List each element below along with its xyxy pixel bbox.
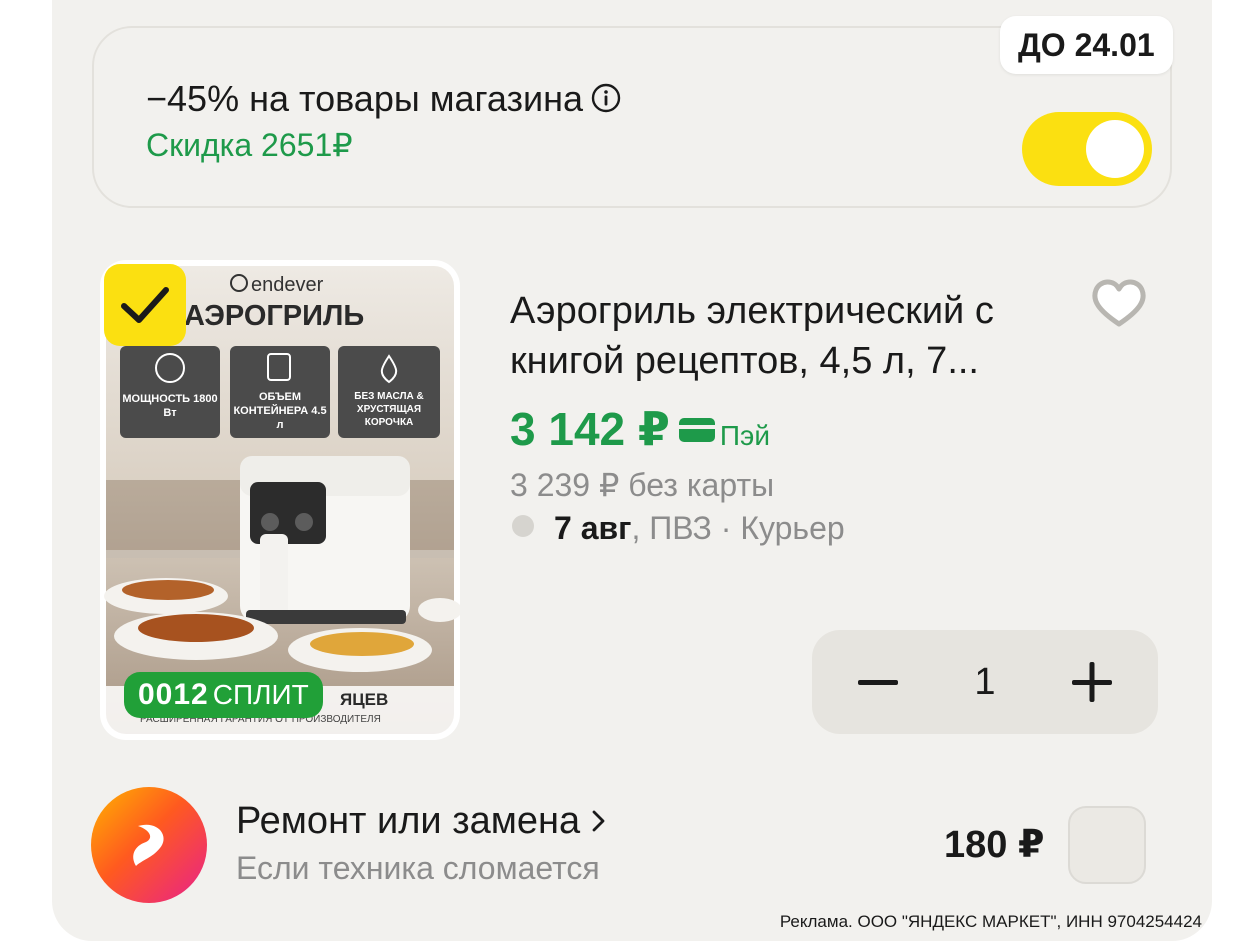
- warranty-price: 180 ₽: [944, 824, 1045, 866]
- chevron-right-icon: [592, 810, 605, 832]
- delivery-date: 7 авг: [554, 510, 632, 546]
- promo-deadline-badge: ДО 24.01: [1000, 16, 1173, 74]
- price-without-card: 3 239 ₽ без карты: [510, 467, 775, 503]
- pay-label: Пэй: [719, 420, 770, 451]
- image-footer-big: ЯЦЕВ: [340, 690, 389, 709]
- promo-discount-amount: Скидка 2651₽: [146, 127, 353, 163]
- decrease-button[interactable]: [826, 630, 930, 734]
- split-label: СПЛИТ: [212, 679, 309, 710]
- bank-card-icon: [678, 418, 715, 442]
- price-with-card: 3 142 ₽: [510, 403, 670, 455]
- feature-volume: ОБЪЕМ КОНТЕЙНЕРА 4.5 л: [233, 391, 327, 431]
- split-digits: 0012: [138, 678, 209, 711]
- warranty-checkbox[interactable]: [1068, 806, 1146, 884]
- checkmark-icon: [121, 287, 169, 323]
- delivery-info: 7 авг, ПВЗ · Курьер: [512, 510, 845, 547]
- brand-logo-text: endever: [230, 274, 323, 297]
- brand-text: endever: [251, 274, 324, 296]
- split-badge: 0012 СПЛИТ: [124, 672, 323, 718]
- image-headline: АЭРОГРИЛЬ: [184, 300, 365, 332]
- quantity-stepper: 1: [812, 630, 1158, 734]
- promo-title-text: −45% на товары магазина: [146, 78, 583, 119]
- promo-toggle[interactable]: [1022, 112, 1152, 186]
- toggle-knob: [1086, 120, 1144, 178]
- heart-icon[interactable]: [1086, 270, 1152, 336]
- product-title[interactable]: Аэрогриль электрический с книгой рецепто…: [510, 286, 1070, 386]
- info-icon[interactable]: [591, 83, 621, 113]
- feature-power: МОЩНОСТЬ 1800 Вт: [122, 393, 218, 419]
- price-row: 3 142 ₽ Пэй: [510, 402, 770, 456]
- delivery-options: , ПВЗ · Курьер: [631, 510, 845, 546]
- warranty-option-link[interactable]: Ремонт или замена: [236, 800, 608, 843]
- warranty-subtitle: Если техника сломается: [236, 850, 600, 886]
- promo-title: −45% на товары магазина: [146, 78, 621, 120]
- ad-disclaimer: Реклама. ООО "ЯНДЕКС МАРКЕТ", ИНН 970425…: [779, 912, 1202, 931]
- select-item-checkbox[interactable]: [104, 264, 186, 346]
- warranty-service-logo: [91, 787, 207, 903]
- power-icon: [230, 274, 248, 292]
- feature-oilfree: БЕЗ МАСЛА & ХРУСТЯЩАЯ КОРОЧКА: [354, 391, 424, 428]
- delivery-dot: [512, 515, 534, 537]
- warranty-title: Ремонт или замена: [236, 800, 581, 842]
- increase-button[interactable]: [1040, 630, 1144, 734]
